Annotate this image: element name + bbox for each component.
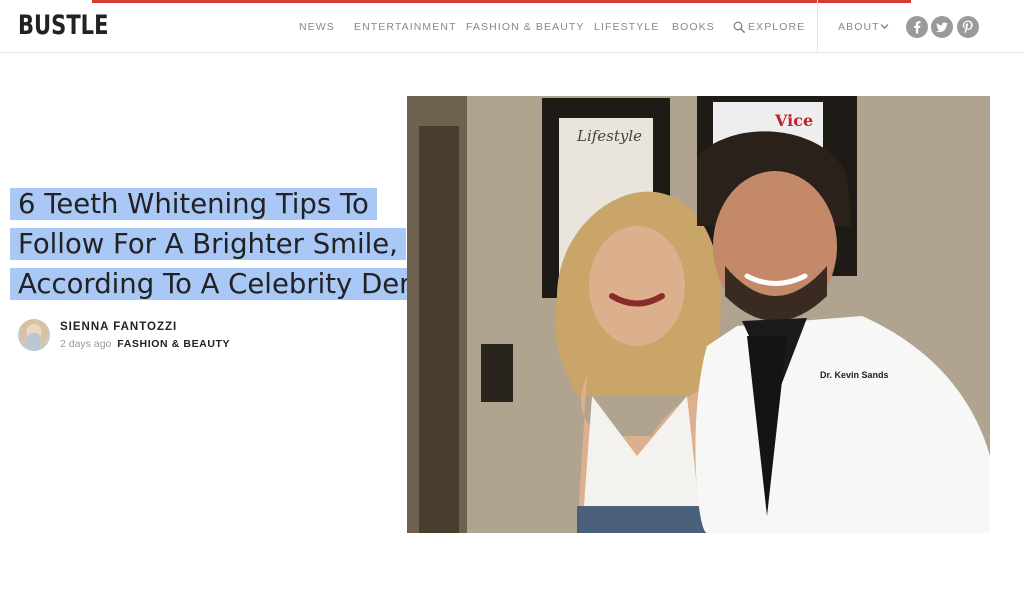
- facebook-button[interactable]: [906, 16, 928, 38]
- headline-line-text: Follow For A Brighter Smile,: [10, 228, 406, 260]
- nav-books[interactable]: BOOKS: [672, 21, 715, 33]
- search-icon[interactable]: [733, 21, 745, 33]
- headline-line-text: 6 Teeth Whitening Tips To: [10, 188, 377, 220]
- coat-embroidery: Dr. Kevin Sands: [820, 370, 889, 380]
- nav-explore[interactable]: EXPLORE: [748, 21, 805, 33]
- headline-line-text: According To A Celebrity Dentist: [10, 268, 469, 300]
- facebook-icon: [914, 21, 921, 34]
- article-category-link[interactable]: FASHION & BEAUTY: [117, 338, 230, 350]
- about-menu[interactable]: ABOUT: [838, 21, 880, 33]
- hero-image: Lifestyle Vice Dr. Kevin Sands: [407, 96, 990, 533]
- site-header: BUSTLE NEWS ENTERTAINMENT FASHION & BEAU…: [0, 0, 1024, 53]
- nav-entertainment[interactable]: ENTERTAINMENT: [354, 21, 457, 33]
- nav-news[interactable]: NEWS: [299, 21, 335, 33]
- nav-fashion-beauty[interactable]: FASHION & BEAUTY: [466, 21, 585, 33]
- svg-text:Vice: Vice: [774, 111, 813, 130]
- hero-photo: Lifestyle Vice Dr. Kevin Sands: [407, 96, 990, 533]
- chevron-down-icon[interactable]: [880, 23, 889, 30]
- author-avatar[interactable]: [18, 319, 50, 351]
- pinterest-button[interactable]: [957, 16, 979, 38]
- twitter-icon: [936, 22, 948, 32]
- site-logo[interactable]: BUSTLE: [18, 10, 108, 41]
- author-name[interactable]: SIENNA FANTOZZI: [60, 321, 177, 333]
- publish-time: 2 days ago: [60, 338, 112, 350]
- pinterest-icon: [962, 20, 973, 34]
- nav-lifestyle[interactable]: LIFESTYLE: [594, 21, 659, 33]
- poster-title: Lifestyle: [576, 127, 642, 145]
- header-divider: [817, 0, 818, 53]
- article-meta: 2 days ago FASHION & BEAUTY: [60, 338, 230, 350]
- twitter-button[interactable]: [931, 16, 953, 38]
